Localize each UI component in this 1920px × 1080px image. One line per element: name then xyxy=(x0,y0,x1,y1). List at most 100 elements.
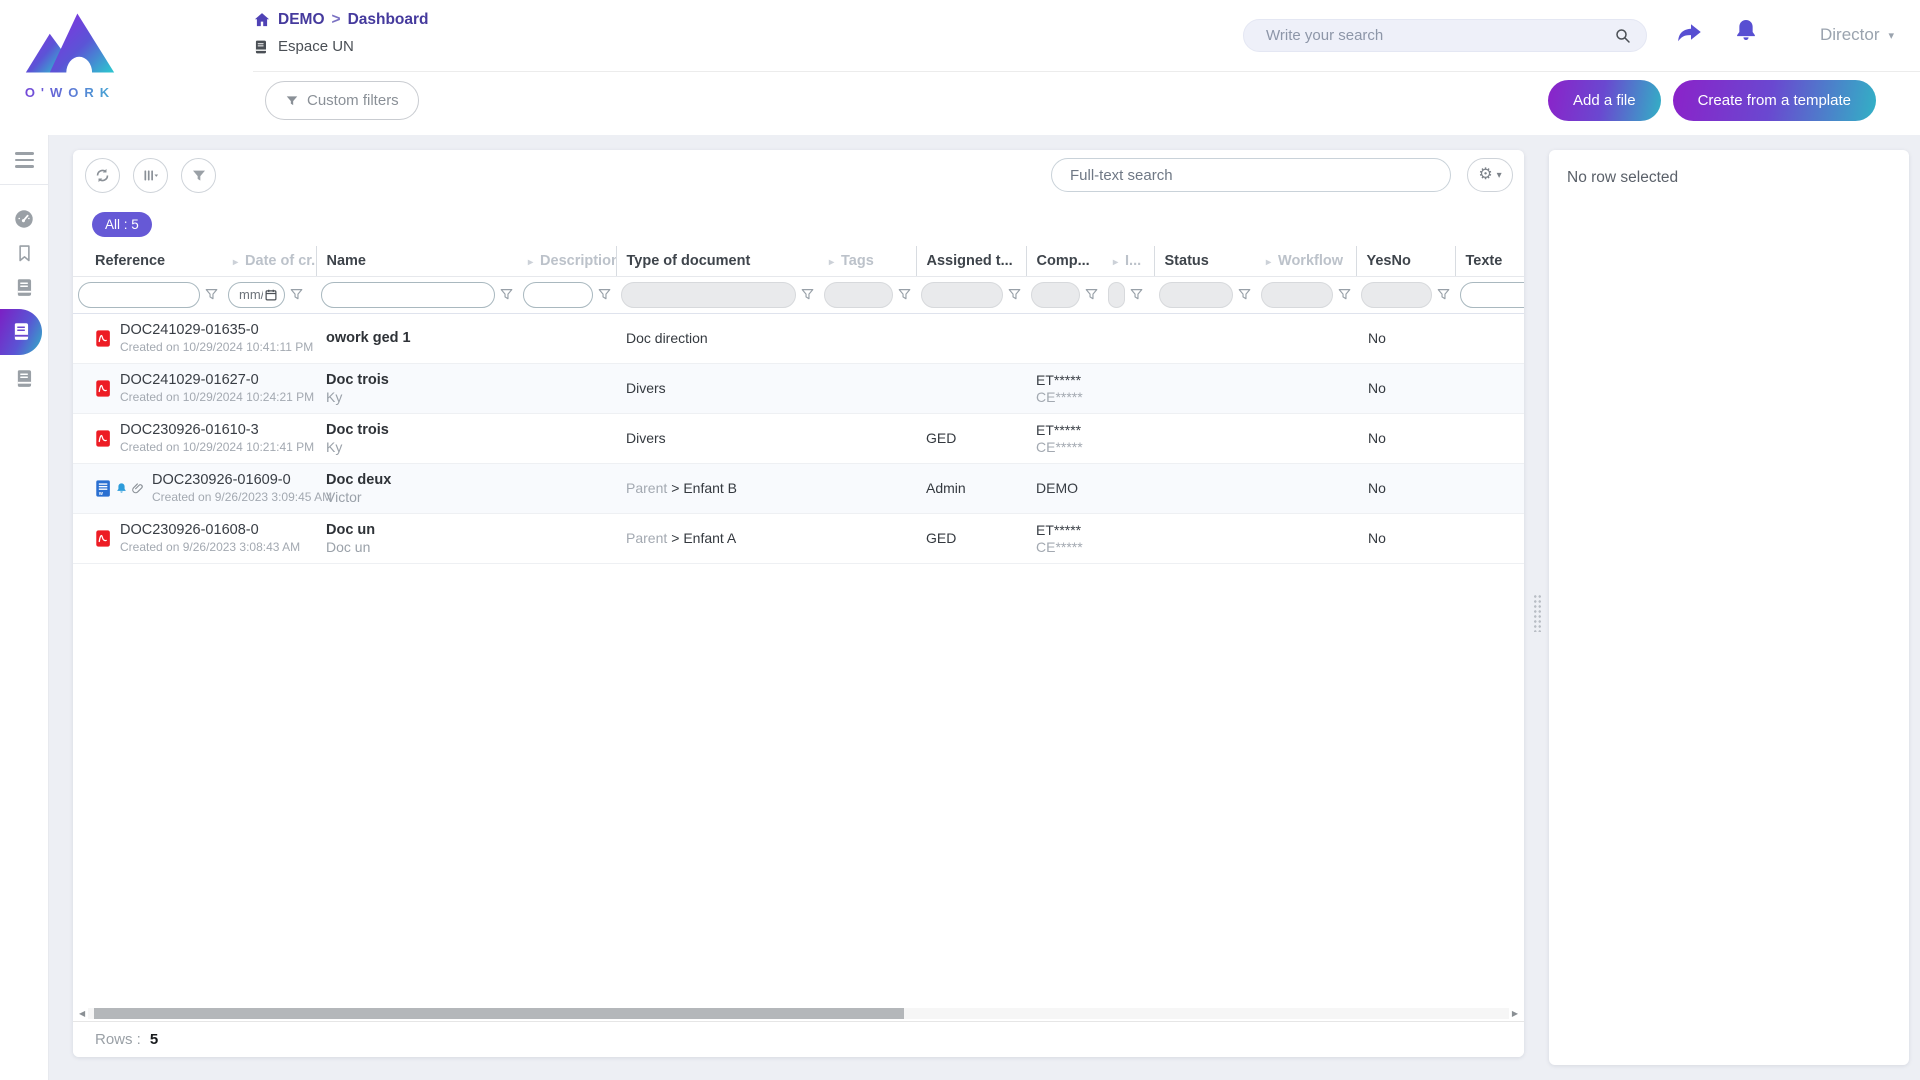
sidebar-item-ged-active[interactable] xyxy=(0,309,42,355)
col-header-workflow[interactable]: ▸Workflow xyxy=(1256,246,1356,276)
group-expand-icon[interactable]: ▸ xyxy=(1266,257,1271,268)
search-icon[interactable] xyxy=(1614,27,1632,45)
filter-yesno-disabled xyxy=(1361,282,1432,308)
table-row[interactable]: w DOC230926-01609-0Created on 9/26/2023 … xyxy=(73,463,1524,513)
group-expand-icon[interactable]: ▸ xyxy=(233,257,238,268)
caret-down-icon: ▾ xyxy=(1497,170,1502,181)
user-role-dropdown[interactable]: Director ▾ xyxy=(1820,25,1894,45)
mountain-logo-icon xyxy=(24,67,116,84)
filter-funnel-icon[interactable] xyxy=(1238,288,1251,301)
filter-assigned-disabled xyxy=(921,282,1003,308)
filter-funnel-icon[interactable] xyxy=(598,288,611,301)
menu-hamburger-icon[interactable] xyxy=(15,152,34,168)
breadcrumb-current[interactable]: Dashboard xyxy=(348,11,429,29)
create-from-template-button[interactable]: Create from a template xyxy=(1673,80,1876,121)
table-row[interactable]: DOC230926-01608-0Created on 9/26/2023 3:… xyxy=(73,513,1524,563)
no-row-selected-message: No row selected xyxy=(1567,169,1891,187)
group-expand-icon[interactable]: ▸ xyxy=(1113,257,1118,268)
sidebar-item-documents[interactable] xyxy=(14,277,35,298)
sidebar-item-bookmarks[interactable] xyxy=(14,243,35,264)
table-row[interactable]: DOC241029-01627-0Created on 10/29/2024 1… xyxy=(73,363,1524,413)
filter-tags-disabled xyxy=(824,282,893,308)
scrollbar-thumb[interactable] xyxy=(94,1008,904,1019)
breadcrumb-root[interactable]: DEMO xyxy=(278,11,325,29)
breadcrumb: DEMO > Dashboard Espace UN xyxy=(253,11,429,55)
all-count-badge[interactable]: All : 5 xyxy=(92,212,152,237)
left-sidebar xyxy=(0,135,49,1080)
col-header-name[interactable]: Name xyxy=(316,246,518,276)
col-header-date[interactable]: ▸Date of cr... xyxy=(223,246,316,276)
global-search-input[interactable] xyxy=(1244,27,1614,44)
header-divider xyxy=(253,71,1920,72)
columns-button[interactable] xyxy=(133,158,168,193)
home-icon[interactable] xyxy=(253,11,271,29)
table-footer: Rows : 5 xyxy=(73,1021,1524,1057)
filter-funnel-icon[interactable] xyxy=(205,288,218,301)
add-file-button[interactable]: Add a file xyxy=(1548,80,1661,121)
app-logo[interactable]: O'WORK xyxy=(14,6,126,100)
col-header-reference[interactable]: Reference xyxy=(73,246,223,276)
table-row[interactable]: DOC241029-01635-0Created on 10/29/2024 1… xyxy=(73,313,1524,363)
group-expand-icon[interactable]: ▸ xyxy=(829,257,834,268)
col-header-texte[interactable]: Texte xyxy=(1455,246,1524,276)
filter-date-input[interactable] xyxy=(229,287,265,302)
filter-workflow-disabled xyxy=(1261,282,1333,308)
pdf-file-icon xyxy=(95,429,112,448)
filter-funnel-icon[interactable] xyxy=(1437,288,1450,301)
documents-table-card: ⚙ ▾ All : 5 Reference ▸Date of cr... Nam… xyxy=(73,150,1524,1057)
filter-funnel-icon[interactable] xyxy=(1130,288,1143,301)
notifications-bell-icon[interactable] xyxy=(1732,17,1760,50)
fulltext-search-input[interactable] xyxy=(1052,167,1450,184)
filter-funnel-icon[interactable] xyxy=(500,288,513,301)
filter-button[interactable] xyxy=(181,158,216,193)
filter-name-input[interactable] xyxy=(322,287,494,302)
filter-funnel-icon[interactable] xyxy=(801,288,814,301)
col-header-assigned[interactable]: Assigned t... xyxy=(916,246,1026,276)
calendar-icon[interactable] xyxy=(265,289,277,301)
filter-funnel-icon[interactable] xyxy=(898,288,911,301)
breadcrumb-separator: > xyxy=(332,11,341,29)
col-header-i[interactable]: ▸I... xyxy=(1103,246,1154,276)
filter-reference-input[interactable] xyxy=(79,287,199,302)
scroll-left-icon[interactable]: ◀ xyxy=(76,1009,88,1018)
col-header-company[interactable]: Comp... xyxy=(1026,246,1103,276)
svg-text:w: w xyxy=(98,490,103,496)
sidebar-divider xyxy=(0,184,49,185)
col-header-type[interactable]: Type of document xyxy=(616,246,819,276)
workspace-name[interactable]: Espace UN xyxy=(278,38,354,55)
panel-resize-grip[interactable] xyxy=(1533,594,1542,632)
refresh-button[interactable] xyxy=(85,158,120,193)
table-settings-button[interactable]: ⚙ ▾ xyxy=(1467,158,1513,192)
table-row[interactable]: DOC230926-01610-3Created on 10/29/2024 1… xyxy=(73,413,1524,463)
group-expand-icon[interactable]: ▸ xyxy=(528,257,533,268)
filter-name xyxy=(321,282,495,308)
pdf-file-icon xyxy=(95,329,112,348)
share-icon[interactable] xyxy=(1674,19,1704,54)
col-header-yesno[interactable]: YesNo xyxy=(1356,246,1455,276)
filter-description-input[interactable] xyxy=(524,287,592,302)
col-header-status[interactable]: Status xyxy=(1154,246,1256,276)
alert-bell-icon xyxy=(115,482,128,495)
filter-texte-input[interactable] xyxy=(1461,287,1524,302)
filter-texte xyxy=(1460,282,1524,308)
book-icon xyxy=(253,39,269,55)
rows-label: Rows : xyxy=(95,1031,141,1048)
custom-filters-button[interactable]: Custom filters xyxy=(265,81,419,120)
sidebar-item-dashboard[interactable] xyxy=(13,208,35,230)
filter-funnel-icon[interactable] xyxy=(1085,288,1098,301)
rows-count: 5 xyxy=(150,1031,158,1048)
col-header-description[interactable]: ▸Description xyxy=(518,246,616,276)
scroll-right-icon[interactable]: ▶ xyxy=(1509,1009,1521,1018)
filter-funnel-icon[interactable] xyxy=(1338,288,1351,301)
filter-i-disabled xyxy=(1108,282,1125,308)
filter-funnel-icon[interactable] xyxy=(1008,288,1021,301)
filter-funnel-icon[interactable] xyxy=(290,288,303,301)
detail-panel: No row selected xyxy=(1549,150,1909,1065)
horizontal-scrollbar: ◀ ▶ xyxy=(73,1006,1524,1021)
col-header-tags[interactable]: ▸Tags xyxy=(819,246,916,276)
scrollbar-track[interactable] xyxy=(88,1008,1509,1019)
table-empty-area xyxy=(73,564,1524,1007)
logo-wordmark: O'WORK xyxy=(14,85,126,100)
gear-icon: ⚙ xyxy=(1478,167,1492,183)
sidebar-item-archive[interactable] xyxy=(14,368,35,389)
